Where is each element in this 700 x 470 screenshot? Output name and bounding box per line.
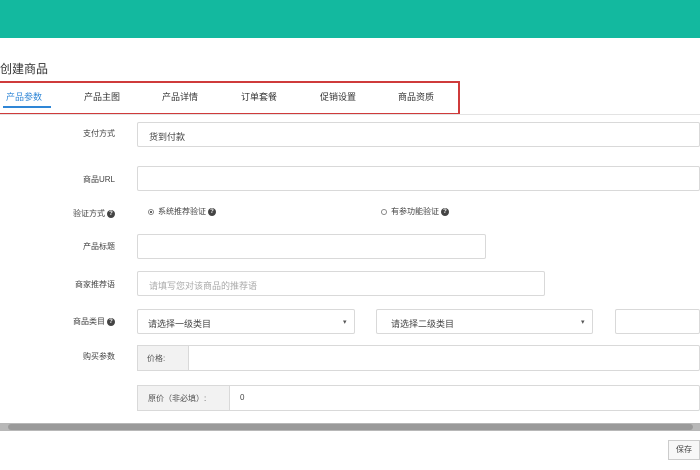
- category-level2-select[interactable]: 请选择二级类目 ▾: [376, 309, 593, 334]
- tab-product-main-image[interactable]: 产品主图: [84, 90, 120, 103]
- price-addon: 价格:: [137, 345, 189, 371]
- payment-label: 支付方式: [83, 129, 115, 138]
- chevron-down-icon: ▾: [343, 319, 347, 326]
- help-icon[interactable]: ?: [107, 209, 115, 218]
- tab-product-qualification[interactable]: 商品资质: [398, 90, 434, 103]
- tab-promotion-settings[interactable]: 促销设置: [320, 90, 356, 103]
- tab-product-details[interactable]: 产品详情: [162, 90, 198, 103]
- help-icon[interactable]: ?: [441, 207, 449, 216]
- top-header-bar: [0, 0, 700, 38]
- chevron-down-icon: ▾: [581, 319, 585, 326]
- original-price-value[interactable]: 0: [240, 393, 244, 402]
- recommend-input[interactable]: 请填写您对该商品的推荐语: [137, 271, 545, 296]
- purchase-label: 购买参数: [83, 352, 115, 361]
- product-url-label: 商品URL: [82, 175, 115, 184]
- verify-option-param-label: 有参功能验证: [391, 207, 439, 216]
- recommend-label: 商家推荐语: [75, 280, 115, 289]
- category-level1-value: 请选择一级类目: [148, 319, 212, 329]
- verify-label-text: 验证方式: [73, 209, 105, 218]
- verify-label: 验证方式?: [60, 208, 115, 219]
- tabs-divider: [0, 114, 700, 115]
- tab-product-params[interactable]: 产品参数: [6, 90, 42, 103]
- verify-option-system-label: 系统推荐验证: [158, 207, 206, 216]
- category-label: 商品类目?: [60, 316, 115, 327]
- recommend-placeholder: 请填写您对该商品的推荐语: [149, 281, 258, 291]
- help-icon[interactable]: ?: [107, 317, 115, 326]
- category-level1-select[interactable]: 请选择一级类目 ▾: [137, 309, 355, 334]
- radio-checked-icon: [148, 208, 154, 215]
- category-level2-value: 请选择二级类目: [391, 319, 455, 329]
- payment-select[interactable]: 货到付款: [137, 122, 700, 147]
- tabs-highlight-frame: [0, 81, 460, 115]
- page-title: 创建商品: [0, 62, 49, 76]
- tab-order-package[interactable]: 订单套餐: [241, 90, 277, 103]
- save-button[interactable]: 保存: [668, 440, 700, 460]
- payment-value: 货到付款: [149, 132, 186, 142]
- product-title-label: 产品标题: [83, 242, 115, 251]
- product-title-input[interactable]: [137, 234, 486, 259]
- active-tab-underline: [3, 106, 51, 108]
- radio-unchecked-icon: [381, 208, 387, 215]
- price-input-group[interactable]: [137, 345, 700, 371]
- verify-option-system[interactable]: 系统推荐验证?: [148, 206, 216, 217]
- original-price-addon: 原价（非必填）:: [137, 385, 230, 411]
- category-label-text: 商品类目: [73, 317, 105, 326]
- help-icon[interactable]: ?: [208, 207, 216, 216]
- horizontal-scrollbar-thumb[interactable]: [8, 424, 693, 430]
- category-level3-select[interactable]: [615, 309, 700, 334]
- verify-option-param[interactable]: 有参功能验证?: [381, 206, 449, 217]
- product-url-input[interactable]: [137, 166, 700, 191]
